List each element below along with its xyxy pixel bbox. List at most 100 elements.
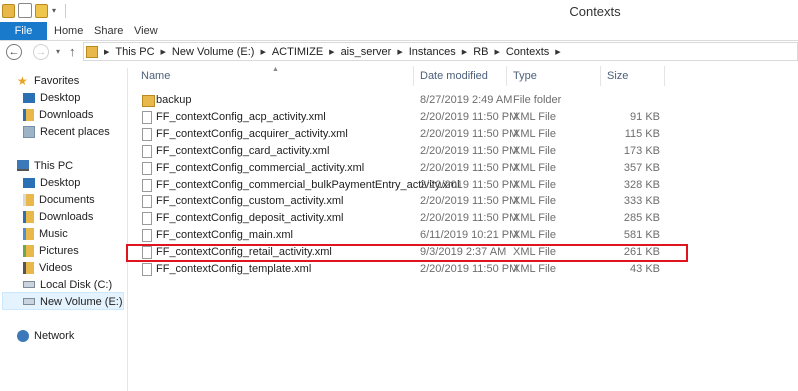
- nav-network[interactable]: Network: [17, 327, 74, 344]
- column-divider[interactable]: [506, 66, 507, 86]
- column-divider[interactable]: [664, 66, 665, 86]
- nav-favorites-label: Favorites: [34, 74, 80, 87]
- chevron-right-icon[interactable]: ▶: [260, 48, 265, 56]
- breadcrumb-actimize[interactable]: ACTIMIZE: [272, 46, 323, 58]
- file-type: XML File: [513, 111, 556, 123]
- file-date-modified: 2/20/2019 11:50 PM: [420, 195, 519, 207]
- breadcrumb-contexts[interactable]: Contexts: [506, 46, 549, 58]
- file-row[interactable]: FF_contextConfig_card_activity.xml 2/20/2…: [134, 143, 664, 160]
- column-header-date[interactable]: Date modified: [420, 70, 488, 82]
- column-divider[interactable]: [413, 66, 414, 86]
- tab-home[interactable]: Home: [54, 22, 83, 40]
- nav-fav-recent[interactable]: Recent places: [23, 123, 110, 140]
- file-size: 333 KB: [623, 195, 660, 207]
- xml-file-icon: [142, 145, 152, 158]
- recent-places-icon: [23, 125, 35, 138]
- file-type: XML File: [513, 179, 556, 191]
- file-size: 91 KB: [630, 111, 660, 123]
- nav-fav-desktop-label: Desktop: [40, 91, 81, 104]
- file-date-modified: 2/20/2019 11:50 PM: [420, 111, 519, 123]
- file-row[interactable]: FF_contextConfig_acquirer_activity.xml 2/…: [134, 126, 664, 143]
- network-icon: [17, 329, 29, 342]
- nav-favorites[interactable]: ★ Favorites: [17, 72, 79, 89]
- downloads-icon: [23, 210, 34, 223]
- breadcrumb-this-pc[interactable]: This PC: [115, 46, 154, 58]
- file-row[interactable]: backup 8/27/2019 2:49 AM File folder: [134, 92, 664, 109]
- xml-file-icon: [142, 111, 152, 124]
- tab-share[interactable]: Share: [94, 22, 123, 40]
- file-row[interactable]: FF_contextConfig_acp_activity.xml 2/20/20…: [134, 109, 664, 126]
- drive-icon: [23, 281, 35, 288]
- column-header-type[interactable]: Type: [513, 70, 537, 82]
- documents-icon: [23, 193, 34, 206]
- tab-file[interactable]: File: [0, 22, 47, 40]
- desktop-icon: [23, 177, 35, 188]
- file-row[interactable]: FF_contextConfig_template.xml 2/20/2019 1…: [134, 261, 664, 278]
- file-date-modified: 8/27/2019 2:49 AM: [420, 94, 513, 106]
- nav-pc-music[interactable]: Music: [23, 225, 68, 242]
- file-row[interactable]: FF_contextConfig_main.xml 6/11/2019 10:21…: [134, 227, 664, 244]
- nav-pc-local-disk[interactable]: Local Disk (C:): [23, 276, 112, 293]
- file-type: File folder: [513, 94, 562, 106]
- file-date-modified: 6/11/2019 10:21 PM: [420, 229, 519, 241]
- pane-divider[interactable]: [127, 68, 128, 391]
- up-arrow-icon[interactable]: ↑: [69, 44, 76, 59]
- file-row[interactable]: FF_contextConfig_commercial_activity.xml…: [134, 160, 664, 177]
- chevron-right-icon[interactable]: ▶: [555, 48, 560, 56]
- chevron-right-icon[interactable]: ▶: [397, 48, 402, 56]
- nav-pc-videos[interactable]: Videos: [23, 259, 72, 276]
- star-icon: ★: [17, 73, 28, 88]
- address-bar[interactable]: ▶ This PC ▶ New Volume (E:) ▶ ACTIMIZE ▶…: [83, 42, 798, 61]
- forward-arrow-icon[interactable]: →: [33, 44, 49, 60]
- file-type: XML File: [513, 263, 556, 275]
- nav-this-pc[interactable]: This PC: [17, 157, 73, 174]
- highlight-box: [126, 244, 688, 262]
- breadcrumb-ais-server[interactable]: ais_server: [341, 46, 392, 58]
- file-size: 328 KB: [623, 179, 660, 191]
- file-type: XML File: [513, 212, 556, 224]
- file-name: FF_contextConfig_template.xml: [156, 263, 312, 275]
- file-date-modified: 2/20/2019 11:50 PM: [420, 212, 519, 224]
- file-row[interactable]: FF_contextConfig_custom_activity.xml 2/20…: [134, 193, 664, 210]
- nav-pc-downloads[interactable]: Downloads: [23, 208, 93, 225]
- breadcrumb-rb[interactable]: RB: [473, 46, 488, 58]
- chevron-right-icon[interactable]: ▶: [161, 48, 166, 56]
- breadcrumb-new-volume[interactable]: New Volume (E:): [172, 46, 255, 58]
- nav-fav-downloads-label: Downloads: [39, 108, 94, 121]
- ribbon-tabs: File Home Share View: [0, 22, 798, 40]
- breadcrumb-instances[interactable]: Instances: [409, 46, 456, 58]
- file-size: 43 KB: [630, 263, 660, 275]
- tab-view[interactable]: View: [134, 22, 158, 40]
- ribbon-divider: [0, 40, 798, 41]
- file-name: FF_contextConfig_main.xml: [156, 229, 293, 241]
- nav-fav-desktop[interactable]: Desktop: [23, 89, 80, 106]
- file-name: FF_contextConfig_deposit_activity.xml: [156, 212, 344, 224]
- nav-pc-pictures[interactable]: Pictures: [23, 242, 79, 259]
- recent-locations-icon[interactable]: ▾: [56, 47, 60, 56]
- file-row[interactable]: FF_contextConfig_commercial_bulkPaymentE…: [134, 177, 664, 194]
- column-header-size[interactable]: Size: [607, 70, 628, 82]
- chevron-right-icon[interactable]: ▶: [494, 48, 499, 56]
- nav-pc-desktop[interactable]: Desktop: [23, 174, 80, 191]
- chevron-right-icon[interactable]: ▶: [329, 48, 334, 56]
- column-header-row: Name Date modified Type Size: [134, 66, 798, 86]
- nav-pc-documents-label: Documents: [39, 193, 95, 206]
- file-date-modified: 2/20/2019 11:50 PM: [420, 145, 519, 157]
- chevron-right-icon[interactable]: ▶: [462, 48, 467, 56]
- nav-pc-music-label: Music: [39, 227, 68, 240]
- xml-file-icon: [142, 162, 152, 175]
- file-row[interactable]: FF_contextConfig_deposit_activity.xml 2/2…: [134, 210, 664, 227]
- column-header-name[interactable]: Name: [141, 70, 170, 82]
- file-type: XML File: [513, 128, 556, 140]
- nav-fav-downloads[interactable]: Downloads: [23, 106, 93, 123]
- back-arrow-icon[interactable]: ←: [6, 44, 22, 60]
- folder-icon: [142, 95, 155, 107]
- nav-pc-documents[interactable]: Documents: [23, 191, 95, 208]
- window-title: Contexts: [569, 4, 621, 19]
- file-size: 581 KB: [623, 229, 660, 241]
- nav-pc-new-volume[interactable]: New Volume (E:): [23, 293, 123, 310]
- nav-pc-videos-label: Videos: [39, 261, 73, 274]
- chevron-right-icon[interactable]: ▶: [104, 48, 109, 56]
- xml-file-icon: [142, 229, 152, 242]
- column-divider[interactable]: [600, 66, 601, 86]
